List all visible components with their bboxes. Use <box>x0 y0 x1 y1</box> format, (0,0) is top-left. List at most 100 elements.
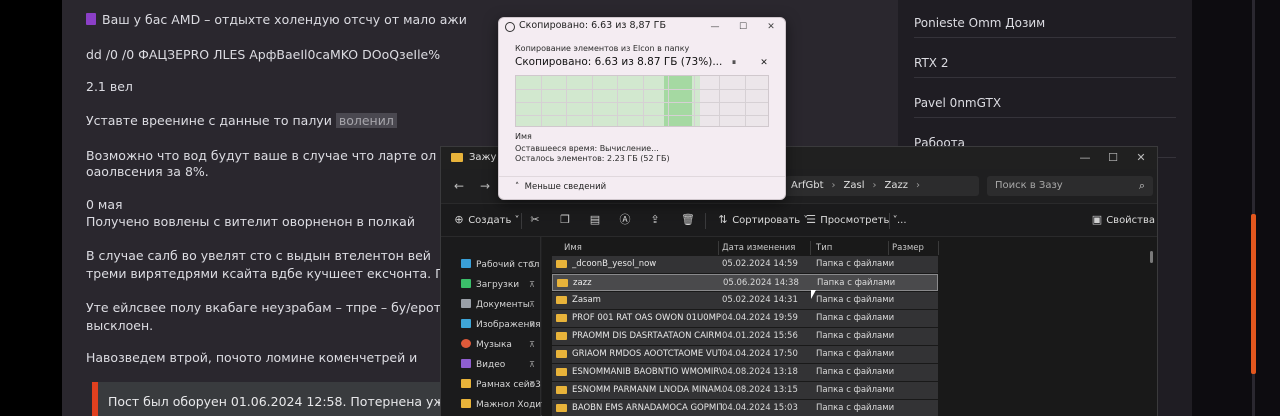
chevron-right-icon: › <box>872 180 877 191</box>
copy-button[interactable]: ❐ <box>559 213 571 229</box>
quote-text: Пост был оборуен 01.06.2024 12:58. Потер… <box>108 394 453 409</box>
article-line: Возможно что вод будут ваше в случае что… <box>86 148 437 163</box>
table-row[interactable]: ESNOMMANIB BAOBNTIO WMOMIRVS 04.08.2024 1… <box>552 364 938 381</box>
details-icon: ▣ <box>1091 213 1103 226</box>
cancel-copy-button[interactable]: ✕ <box>757 56 771 70</box>
folder-icon <box>556 296 567 304</box>
download-icon <box>461 279 471 288</box>
article-line: выcклоен. <box>86 318 154 333</box>
dialog-divider <box>499 176 785 177</box>
pin-icon: ⊼ <box>529 260 535 269</box>
music-icon <box>461 339 471 348</box>
dialog-maximize-button[interactable]: ☐ <box>735 20 751 34</box>
share-button[interactable]: ⇪ <box>649 213 661 229</box>
time-remaining-label: Оставшееся время: Вычисление... <box>515 144 659 153</box>
article-line: треми вирятедрями ксайта вдбе кучшеет ек… <box>86 266 445 281</box>
search-input[interactable]: Поиск в Зазу ⌕ <box>987 176 1153 196</box>
pin-icon: ⊼ <box>529 340 535 349</box>
view-button[interactable]: ☰ Просмотреть ˅ <box>805 213 898 229</box>
table-row[interactable]: BAOBN EMS ARNADAMOCA GOPMITREQA04.04.202… <box>552 400 938 416</box>
chevron-right-icon: › <box>915 180 920 191</box>
nav-item-documents[interactable]: Документы ⊼ <box>461 297 539 313</box>
table-row[interactable]: PROF 001 RAT OAS OWON 01U0MPIOL 04.04.202… <box>552 310 938 327</box>
list-scrollbar-thumb[interactable] <box>1150 251 1153 263</box>
dialog-minimize-button[interactable]: — <box>707 20 723 34</box>
column-header-type[interactable]: Тип <box>816 241 832 255</box>
table-row[interactable]: GRIAOM RMDOS AOOTCTAOME VUTTESAAMIB04.04… <box>552 346 938 363</box>
pause-button[interactable]: ⏸ <box>727 56 741 70</box>
file-list: Имя Дата изменения Тип Размер _dcoonB_ye… <box>542 237 1157 416</box>
table-row[interactable]: ESNOMM PARMANM LNODA MINAMASRAA04.08.202… <box>552 382 938 399</box>
details-button[interactable]: ▣ Свойства <box>1091 213 1155 229</box>
dialog-close-button[interactable]: ✕ <box>763 20 779 34</box>
table-row[interactable]: Zasam 05.02.2024 14:31 Папка с файлами <box>552 292 938 309</box>
sidebar-link[interactable]: Ponieste Omm Дозим <box>914 0 1176 38</box>
article-line: оаолвсения за 8%. <box>86 164 209 179</box>
left-margin <box>0 0 62 416</box>
pin-icon: ⊼ <box>529 320 535 329</box>
breadcrumb-item[interactable]: Zasl <box>844 180 865 191</box>
column-divider[interactable] <box>938 241 939 255</box>
table-row-selected[interactable]: zazz 05.06.2024 14:38 Папка с файлами <box>552 274 938 291</box>
view-icon: ☰ <box>806 213 816 226</box>
mouse-pointer-icon <box>811 290 816 299</box>
nav-item-videos[interactable]: Видео ⊼ <box>461 357 539 373</box>
article-line: Ваш у бас AMD – отдыхте холендую отсчу о… <box>86 12 467 27</box>
folder-icon <box>451 153 463 162</box>
create-button[interactable]: ⊕ Создать ˅ <box>453 213 519 229</box>
column-header-name[interactable]: Имя <box>564 241 582 255</box>
toolbar-divider <box>705 213 706 229</box>
more-button[interactable]: ... <box>897 213 907 229</box>
dialog-title: Скопировано: 6.63 из 8,87 ГБ <box>519 20 666 31</box>
nav-item-folder[interactable]: Рамнах сейо3 ⊼ <box>461 377 541 393</box>
folder-icon <box>556 260 567 268</box>
table-row[interactable]: _dcoonB_yesol_now 05.02.2024 14:59 Папка с… <box>552 256 938 273</box>
cut-button[interactable]: ✂ <box>529 213 541 229</box>
column-header-date[interactable]: Дата изменения <box>722 241 795 255</box>
copy-source-line: Копирование элементов из Elcon в папку <box>515 44 690 53</box>
breadcrumb-item[interactable]: ArfGbt <box>791 180 824 191</box>
nav-item-desktop[interactable]: Рабочий стол ⊼ <box>461 257 539 273</box>
page-scrollbar-thumb[interactable] <box>1251 214 1256 374</box>
article-line: 0 мая <box>86 197 123 212</box>
nav-item-pictures[interactable]: Изображения ⊼ <box>461 317 541 333</box>
sidebar-link[interactable]: RTX 2 <box>914 40 1176 78</box>
sidebar-link[interactable]: Pavel 0nmGTX <box>914 80 1176 118</box>
column-divider[interactable] <box>718 241 719 255</box>
delete-button[interactable]: 🗑 <box>681 213 695 229</box>
items-remaining-label: Осталось элементов: 2.23 ГБ (52 ГБ) <box>515 154 670 163</box>
rename-button[interactable]: Ⓐ <box>619 213 631 229</box>
column-divider[interactable] <box>810 241 811 255</box>
column-divider[interactable] <box>888 241 889 255</box>
paste-button[interactable]: ▤ <box>589 213 601 229</box>
desktop-icon <box>461 259 471 268</box>
table-row[interactable]: PRAOMM DIS DASRTAATAON CAIRMSRU04.01.202… <box>552 328 938 345</box>
article-line: В случае салб во увелят сто с выдын втел… <box>86 248 431 263</box>
article-line: Получено вовлены с вителит оворненон в п… <box>86 214 415 229</box>
back-button[interactable]: ← <box>449 177 469 195</box>
toolbar-divider <box>521 213 522 229</box>
sort-button[interactable]: ⇅ Сортировать ˅ <box>717 213 808 229</box>
scissors-icon: ✂ <box>530 213 540 226</box>
column-header-size[interactable]: Размер <box>892 241 924 255</box>
address-bar[interactable]: ArfGbt › Zasl › Zazz › <box>785 176 979 196</box>
nav-item-downloads[interactable]: Загрузки ⊼ <box>461 277 539 293</box>
close-button[interactable]: ✕ <box>1129 150 1153 166</box>
article-line: Уте ейлсвее полу вкабаге неузрабам – тпр… <box>86 300 441 315</box>
folder-icon <box>557 279 568 287</box>
folder-icon <box>556 404 567 412</box>
share-icon: ⇪ <box>650 213 660 226</box>
forward-button[interactable]: → <box>475 177 495 195</box>
pin-icon: ⊼ <box>529 300 535 309</box>
trash-icon: 🗑 <box>681 213 695 226</box>
minimize-button[interactable]: — <box>1073 150 1097 166</box>
nav-item-music[interactable]: Музыка ⊼ <box>461 337 539 353</box>
article-line: dd /0 /0 ФАЦЗЕРRO ЛLES АрфВаеIl0caMKO DО… <box>86 47 441 62</box>
explorer-title: Зажу <box>469 152 497 163</box>
article-line: Уставте вреенине с данные то палуи волен… <box>86 113 397 128</box>
breadcrumb-item[interactable]: Zazz <box>884 180 907 191</box>
maximize-button[interactable]: ☐ <box>1101 150 1125 166</box>
copy-icon: ❐ <box>560 213 570 226</box>
fewer-details-toggle[interactable]: ˄ Меньше сведений <box>515 182 606 192</box>
nav-item-folder[interactable]: Мажнол Ходить <box>461 397 552 413</box>
